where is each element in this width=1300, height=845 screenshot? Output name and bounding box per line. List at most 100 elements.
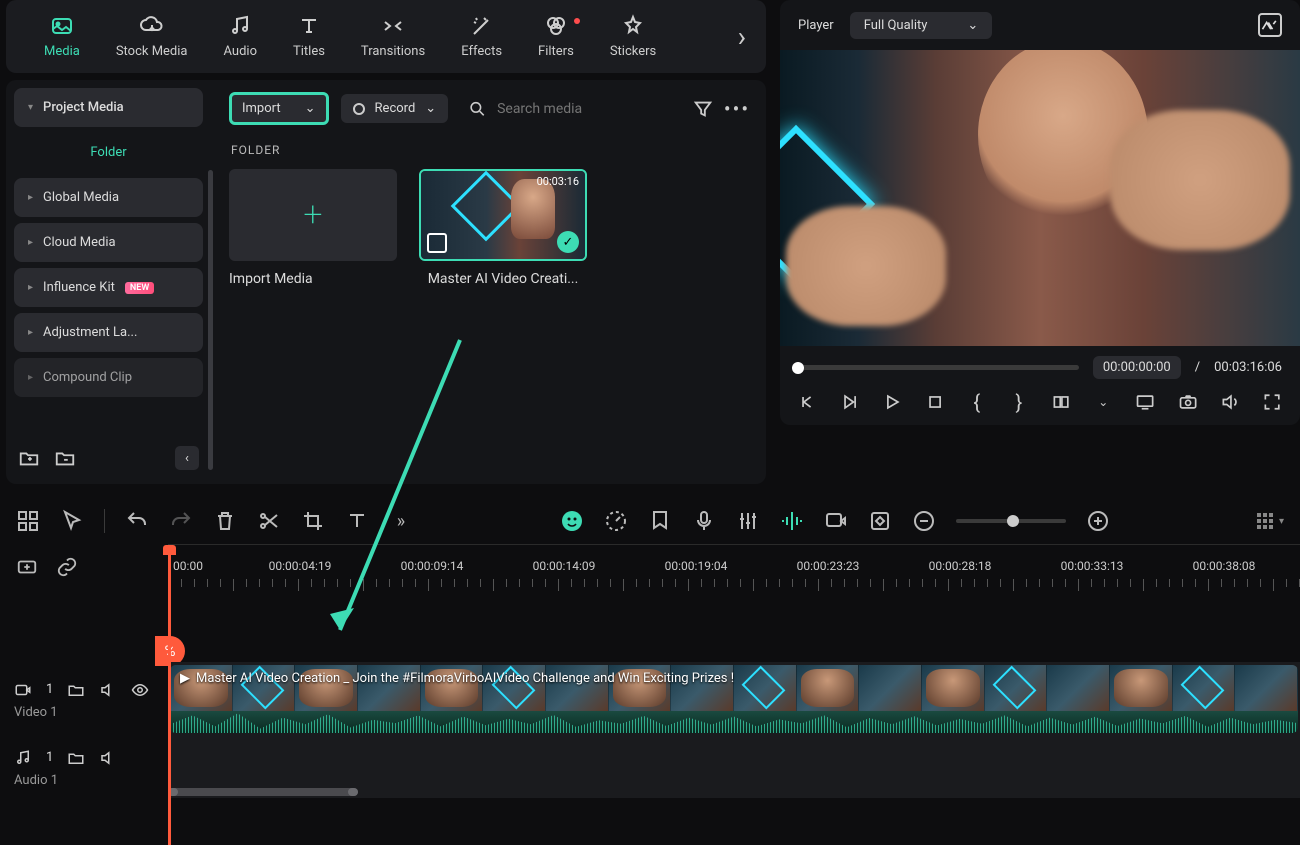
ruler-label: 00:00:38:08 bbox=[1193, 559, 1256, 573]
search-wrap bbox=[460, 98, 680, 120]
import-label: Import bbox=[242, 101, 281, 116]
sidebar-scrollbar[interactable] bbox=[208, 170, 213, 470]
chevron-down-icon[interactable]: ⌄ bbox=[1093, 391, 1113, 413]
apps-icon[interactable] bbox=[16, 509, 40, 533]
delete-icon[interactable] bbox=[213, 509, 237, 533]
sidebar-footer: ‹ bbox=[14, 440, 203, 476]
sidebar-item-influence-kit[interactable]: ▸ Influence Kit NEW bbox=[14, 268, 203, 307]
keyframe-icon[interactable] bbox=[868, 509, 892, 533]
sidebar-item-label: Global Media bbox=[43, 190, 119, 205]
ai-assistant-icon[interactable] bbox=[560, 509, 584, 533]
search-icon bbox=[468, 98, 487, 120]
visibility-icon[interactable] bbox=[131, 681, 149, 699]
tab-filters[interactable]: Filters bbox=[520, 14, 592, 59]
grid-view-icon bbox=[1257, 513, 1273, 529]
speed-icon[interactable] bbox=[604, 509, 628, 533]
snapshot-overlay-icon[interactable] bbox=[1258, 13, 1282, 37]
import-media-tile[interactable]: + Import Media bbox=[229, 169, 397, 287]
timeline-scrollbar[interactable] bbox=[168, 788, 1290, 796]
preview-graphic bbox=[1110, 110, 1290, 250]
check-icon: ✓ bbox=[557, 231, 579, 253]
sidebar-item-adjustment-layer[interactable]: ▸ Adjustment La... bbox=[14, 313, 203, 352]
delete-folder-icon[interactable] bbox=[54, 447, 76, 469]
add-track-icon[interactable] bbox=[16, 556, 38, 578]
audio-mixer-icon[interactable] bbox=[736, 509, 760, 533]
voiceover-icon[interactable] bbox=[692, 509, 716, 533]
tabs-overflow-button[interactable]: › bbox=[738, 20, 746, 53]
playhead[interactable] bbox=[168, 545, 171, 845]
progress-slider[interactable] bbox=[798, 365, 1079, 370]
more-icon[interactable]: ••• bbox=[726, 98, 748, 120]
play-next-icon[interactable] bbox=[840, 391, 860, 413]
sidebar-item-compound-clip[interactable]: ▸ Compound Clip bbox=[14, 358, 203, 397]
lock-icon[interactable] bbox=[67, 749, 85, 767]
display-output-icon[interactable] bbox=[1135, 391, 1155, 413]
collapse-sidebar-button[interactable]: ‹ bbox=[175, 446, 199, 470]
mute-icon[interactable] bbox=[99, 749, 117, 767]
transitions-icon bbox=[381, 14, 405, 38]
tab-audio[interactable]: Audio bbox=[206, 14, 275, 59]
record-button[interactable]: Record ⌄ bbox=[341, 94, 449, 123]
sidebar-item-label: Adjustment La... bbox=[43, 325, 137, 340]
play-icon[interactable] bbox=[882, 391, 902, 413]
video-preview[interactable] bbox=[780, 50, 1300, 346]
player-label: Player bbox=[798, 18, 834, 33]
filter-icon[interactable] bbox=[692, 98, 714, 120]
sidebar-item-global-media[interactable]: ▸ Global Media bbox=[14, 178, 203, 217]
volume-icon[interactable] bbox=[1220, 391, 1240, 413]
import-button[interactable]: Import ⌄ bbox=[229, 92, 329, 125]
mark-out-icon[interactable]: } bbox=[1009, 391, 1029, 413]
text-tool-icon[interactable] bbox=[345, 509, 369, 533]
sidebar-item-project-media[interactable]: ▾ Project Media bbox=[14, 88, 203, 127]
media-clip-tile[interactable]: 00:03:16 ✓ Master AI Video Creati... bbox=[419, 169, 587, 287]
tab-stickers[interactable]: Stickers bbox=[592, 14, 674, 59]
zoom-in-icon[interactable] bbox=[1086, 509, 1110, 533]
more-tools-icon[interactable]: » bbox=[389, 509, 413, 533]
fullscreen-icon[interactable] bbox=[1262, 391, 1282, 413]
tab-transitions[interactable]: Transitions bbox=[343, 14, 443, 59]
tab-label: Titles bbox=[293, 44, 325, 59]
mute-icon[interactable] bbox=[99, 681, 117, 699]
video-track-1: 1 Video 1 ▶ Master AI Video Creation _ J… bbox=[0, 662, 1300, 738]
undo-icon[interactable] bbox=[125, 509, 149, 533]
record-screen-icon[interactable] bbox=[824, 509, 848, 533]
step-back-icon[interactable] bbox=[798, 391, 818, 413]
tab-effects[interactable]: Effects bbox=[443, 14, 520, 59]
timecode-total: 00:03:16:06 bbox=[1214, 360, 1282, 375]
display-mode-icon[interactable] bbox=[1051, 391, 1071, 413]
split-icon[interactable] bbox=[257, 509, 281, 533]
caret-right-icon: ▸ bbox=[28, 327, 33, 338]
tab-titles[interactable]: Titles bbox=[275, 14, 343, 59]
search-input[interactable] bbox=[497, 101, 672, 117]
marker-icon[interactable] bbox=[648, 509, 672, 533]
sidebar-item-cloud-media[interactable]: ▸ Cloud Media bbox=[14, 223, 203, 262]
camera-icon[interactable] bbox=[1178, 391, 1198, 413]
crop-icon[interactable] bbox=[301, 509, 325, 533]
tab-media[interactable]: Media bbox=[26, 14, 98, 59]
ruler-label: 00:00:28:18 bbox=[929, 559, 992, 573]
tab-stock-media[interactable]: Stock Media bbox=[98, 14, 206, 59]
view-switch[interactable]: ▾ bbox=[1257, 513, 1284, 529]
selection-tool-icon[interactable] bbox=[60, 509, 84, 533]
stop-icon[interactable] bbox=[925, 391, 945, 413]
quality-value: Full Quality bbox=[864, 18, 928, 33]
video-clip[interactable]: ▶ Master AI Video Creation _ Join the #F… bbox=[170, 665, 1298, 733]
new-folder-icon[interactable] bbox=[18, 447, 40, 469]
sidebar-item-label: Cloud Media bbox=[43, 235, 116, 250]
zoom-out-icon[interactable] bbox=[912, 509, 936, 533]
zoom-slider[interactable] bbox=[956, 519, 1066, 523]
player-panel: Player Full Quality ⌄ 00:00:00:00 / 00:0… bbox=[780, 0, 1300, 425]
mark-in-icon[interactable]: { bbox=[967, 391, 987, 413]
sidebar-item-folder[interactable]: Folder bbox=[14, 133, 203, 172]
redo-icon[interactable] bbox=[169, 509, 193, 533]
timeline-ruler[interactable]: 00:00 00:00:04:19 00:00:09:14 00:00:14:0… bbox=[168, 544, 1300, 590]
auto-beat-icon[interactable] bbox=[780, 509, 804, 533]
video-lane[interactable]: ▶ Master AI Video Creation _ Join the #F… bbox=[168, 662, 1300, 738]
lock-icon[interactable] bbox=[67, 681, 85, 699]
video-track-icon bbox=[14, 681, 32, 699]
track-header: 1 Audio 1 bbox=[0, 738, 168, 798]
filters-icon bbox=[544, 14, 568, 38]
link-icon[interactable] bbox=[56, 556, 78, 578]
caret-right-icon: ▸ bbox=[28, 372, 33, 383]
quality-select[interactable]: Full Quality ⌄ bbox=[850, 12, 993, 39]
